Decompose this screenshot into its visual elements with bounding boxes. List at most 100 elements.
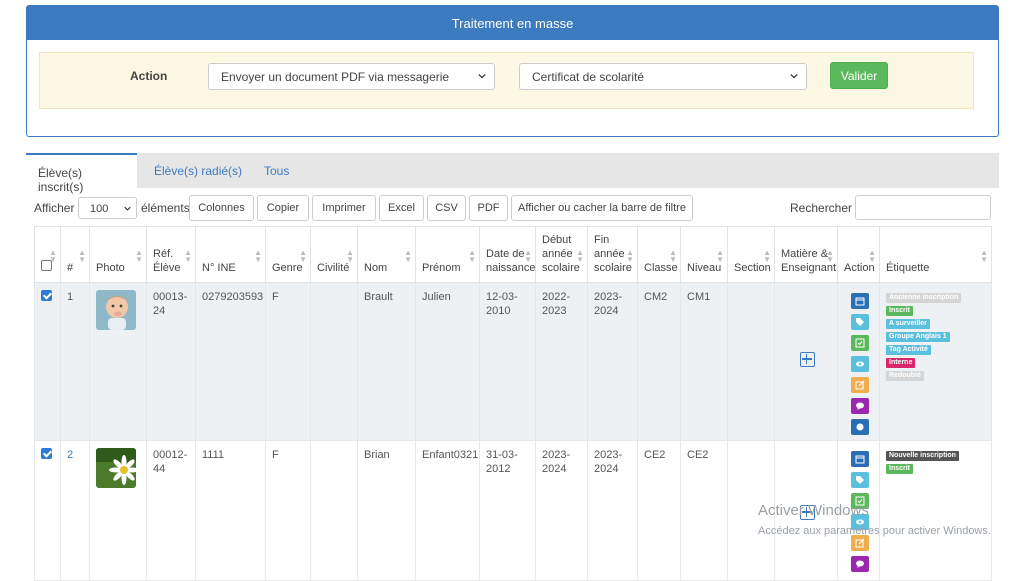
col-header-photo[interactable]: Photo ▲ ▼ xyxy=(89,226,147,283)
tag-icon[interactable] xyxy=(850,472,869,488)
sort-icon: ▲ ▼ xyxy=(626,248,634,264)
genre-cell: F xyxy=(265,282,311,441)
ref-cell: 00012-44 xyxy=(146,440,196,581)
tag-badge: Groupe Anglais 1 xyxy=(886,332,950,342)
calendar-icon[interactable] xyxy=(850,451,869,467)
calendar-icon[interactable] xyxy=(850,293,869,309)
document-select[interactable]: Certificat de scolarité xyxy=(519,63,807,90)
sort-icon: ▲ ▼ xyxy=(669,248,677,264)
circle-icon[interactable] xyxy=(850,419,869,435)
tag-badge: Tag Activité xyxy=(886,345,931,355)
columns-button[interactable]: Colonnes xyxy=(189,195,254,221)
bulk-processing-panel: Traitement en masse Action Envoyer un do… xyxy=(26,5,999,137)
table-header-row: ▲ ▼ # ▲ ▼ Photo ▲ ▼ Réf. Élève ▲ ▼ N° INE ▲ ▼ Gen… xyxy=(34,226,992,283)
tag-badge: Redoublé xyxy=(886,371,924,381)
add-subject-icon[interactable] xyxy=(799,352,815,367)
pdf-button[interactable]: PDF xyxy=(469,195,508,221)
genre-cell: F xyxy=(265,440,311,581)
naissance-cell: 31-03-2012 xyxy=(479,440,536,581)
page-length-select[interactable]: 100 xyxy=(78,197,137,219)
document-select-value: Certificat de scolarité xyxy=(532,70,645,84)
comment-icon[interactable] xyxy=(850,398,869,414)
col-header-prenom[interactable]: Prénom ▲ ▼ xyxy=(415,226,480,283)
row-select-cell xyxy=(34,440,61,581)
tag-badge: Interne xyxy=(886,358,916,368)
row-checkbox[interactable] xyxy=(41,290,52,301)
tag-icon[interactable] xyxy=(850,314,869,330)
action-label: Action xyxy=(130,69,168,83)
sort-icon: ▲ ▼ xyxy=(135,248,143,264)
col-header-nom[interactable]: Nom ▲ ▼ xyxy=(357,226,416,283)
sort-icon: ▲ ▼ xyxy=(524,248,532,264)
tag-badge: Nouvelle inscription xyxy=(886,451,959,461)
edit-icon[interactable] xyxy=(850,377,869,393)
sort-icon[interactable]: ▲ ▼ xyxy=(49,249,57,264)
print-button[interactable]: Imprimer xyxy=(312,195,376,221)
comment-icon[interactable] xyxy=(850,556,869,572)
sort-icon: ▲ ▼ xyxy=(184,248,192,264)
tag-badge: Inscrit xyxy=(886,464,914,474)
edit-icon[interactable] xyxy=(850,535,869,551)
col-header-niveau[interactable]: Niveau ▲ ▼ xyxy=(680,226,728,283)
col-header-classe[interactable]: Classe ▲ ▼ xyxy=(637,226,681,283)
section-cell xyxy=(727,282,775,441)
col-header-ref[interactable]: Réf. Élève ▲ ▼ xyxy=(146,226,196,283)
fin-cell: 2023-2024 xyxy=(587,282,638,441)
col-header-naissance[interactable]: Date de naissance ▲ ▼ xyxy=(479,226,536,283)
eye-icon[interactable] xyxy=(850,356,869,372)
copy-button[interactable]: Copier xyxy=(257,195,309,221)
col-header-civilite[interactable]: Civilité ▲ ▼ xyxy=(310,226,358,283)
tag-badge: Ancienne inscription xyxy=(886,293,962,303)
prenom-cell: Julien xyxy=(415,282,480,441)
row-checkbox[interactable] xyxy=(41,448,52,459)
action-select[interactable]: Envoyer un document PDF via messagerie xyxy=(208,63,495,90)
row-num: 2 xyxy=(60,440,90,581)
search-input[interactable] xyxy=(855,195,991,220)
action-cell xyxy=(837,282,880,441)
row-num: 1 xyxy=(60,282,90,441)
sort-icon: ▲ ▼ xyxy=(826,248,834,264)
col-header-matiere[interactable]: Matière & Enseignant ▲ ▼ xyxy=(774,226,838,283)
sort-icon: ▲ ▼ xyxy=(78,248,86,264)
niveau-cell: CE2 xyxy=(680,440,728,581)
col-header-section[interactable]: Section ▲ ▼ xyxy=(727,226,775,283)
col-header-etiquette[interactable]: Étiquette ▲ ▼ xyxy=(879,226,992,283)
prenom-cell: Enfant0321 xyxy=(415,440,480,581)
tab-removed[interactable]: Élève(s) radié(s) xyxy=(142,153,254,188)
table-row[interactable]: 1 00013-24 0279203593 F Brault Julien 12… xyxy=(34,282,992,441)
col-header-genre[interactable]: Genre ▲ ▼ xyxy=(265,226,311,283)
chevron-down-icon xyxy=(478,73,486,79)
action-select-value: Envoyer un document PDF via messagerie xyxy=(221,70,450,84)
validate-button[interactable]: Valider xyxy=(830,62,888,89)
row-num-link[interactable]: 2 xyxy=(67,449,73,461)
csv-button[interactable]: CSV xyxy=(427,195,466,221)
student-photo[interactable] xyxy=(96,290,136,330)
excel-button[interactable]: Excel xyxy=(379,195,424,221)
nom-cell: Brian xyxy=(357,440,416,581)
sort-icon: ▲ ▼ xyxy=(716,248,724,264)
show-label: Afficher xyxy=(34,201,75,215)
col-header-debut[interactable]: Début année scolaire ▲ ▼ xyxy=(535,226,588,283)
col-header-ine[interactable]: N° INE ▲ ▼ xyxy=(195,226,266,283)
col-header-num[interactable]: # ▲ ▼ xyxy=(60,226,90,283)
student-photo[interactable] xyxy=(96,448,136,488)
ine-cell: 1111 xyxy=(195,440,266,581)
sort-icon: ▲ ▼ xyxy=(868,248,876,264)
tabs-bar: Élève(s) inscrit(s) Élève(s) radié(s) To… xyxy=(26,153,999,194)
chevron-down-icon xyxy=(124,206,131,211)
sort-icon: ▲ ▼ xyxy=(299,248,307,264)
etiquette-cell: Ancienne inscription Inscrit A surveille… xyxy=(879,282,992,441)
col-header-fin[interactable]: Fin année scolaire ▲ ▼ xyxy=(587,226,638,283)
photo-cell xyxy=(89,282,147,441)
toggle-filter-bar-button[interactable]: Afficher ou cacher la barre de filtre xyxy=(511,195,693,221)
classe-cell: CM2 xyxy=(637,282,681,441)
tab-enrolled[interactable]: Élève(s) inscrit(s) xyxy=(26,153,137,194)
chevron-down-icon xyxy=(790,73,798,79)
nom-cell: Brault xyxy=(357,282,416,441)
watermark-title: Activer Windows xyxy=(758,502,869,519)
tab-all[interactable]: Tous xyxy=(252,153,301,188)
ine-cell: 0279203593 xyxy=(195,282,266,441)
col-header-action[interactable]: Action ▲ ▼ xyxy=(837,226,880,283)
sort-icon: ▲ ▼ xyxy=(763,248,771,264)
check-square-icon[interactable] xyxy=(850,335,869,351)
